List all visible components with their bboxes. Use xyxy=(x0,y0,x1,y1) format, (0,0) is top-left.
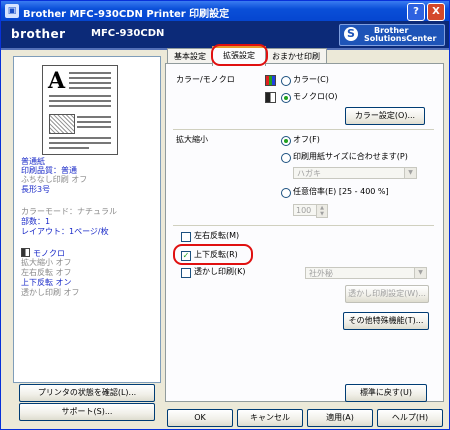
mono-option-icon xyxy=(265,92,276,103)
color-radio[interactable] xyxy=(281,76,291,86)
mono-icon xyxy=(21,248,30,257)
spin-arrows-icon[interactable]: ▲ ▼ xyxy=(316,204,328,218)
summary-size: 長形3号 xyxy=(21,185,51,194)
scaling-label: 拡大縮小 xyxy=(176,135,208,144)
reverse-highlight-ring xyxy=(173,244,253,265)
summary-color-mode: カラーモード：ナチュラル xyxy=(21,207,117,216)
fit-to-paper-radio[interactable] xyxy=(281,153,291,163)
separator xyxy=(173,225,434,226)
summary-borderless: ふちなし印刷 オフ xyxy=(21,175,88,184)
print-settings-window: ▣ Brother MFC-930CDN Printer 印刷設定 ? X br… xyxy=(0,0,450,430)
check-printer-status-button[interactable]: プリンタの状態を確認(L)... xyxy=(19,384,155,402)
solutions-center-button[interactable]: S Brother SolutionsCenter xyxy=(339,24,445,46)
summary-mirror: 左右反転 オフ xyxy=(21,268,72,277)
help-button[interactable]: ヘルプ(H) xyxy=(377,409,443,427)
color-icon xyxy=(265,75,276,86)
chevron-down-icon: ▼ xyxy=(414,268,426,278)
tab-highlight-ring xyxy=(211,44,268,66)
solutions-center-label-2: SolutionsCenter xyxy=(364,34,437,43)
title-bar[interactable]: ▣ Brother MFC-930CDN Printer 印刷設定 ? X xyxy=(1,1,449,21)
fit-to-paper-label[interactable]: 印刷用紙サイズに合わせます(P) xyxy=(293,152,408,162)
restore-defaults-button[interactable]: 標準に戻す(U) xyxy=(345,384,427,402)
fit-paper-size-select[interactable]: ハガキ ▼ xyxy=(293,167,417,179)
watermark-select[interactable]: 社外秘 ▼ xyxy=(305,267,427,279)
color-settings-button[interactable]: カラー設定(O)... xyxy=(345,107,425,125)
summary-layout: レイアウト：1ページ/枚 xyxy=(21,227,109,236)
brother-logo: brother xyxy=(11,27,66,41)
mirror-label[interactable]: 左右反転(M) xyxy=(194,231,239,241)
window-title: Brother MFC-930CDN Printer 印刷設定 xyxy=(23,9,230,20)
summary-scaling: 拡大縮小 オフ xyxy=(21,258,72,267)
watermark-settings-button[interactable]: 透かし印刷設定(W)... xyxy=(345,285,429,303)
preview-letter: A xyxy=(48,68,66,94)
custom-scale-stepper[interactable]: 100 ▲ ▼ xyxy=(293,204,328,218)
scaling-off-radio[interactable] xyxy=(281,136,291,146)
support-button[interactable]: サポート(S)... xyxy=(19,403,155,421)
help-title-button[interactable]: ? xyxy=(407,3,425,21)
summary-copies: 部数：1 xyxy=(21,217,51,226)
solutions-center-icon: S xyxy=(344,27,358,41)
preview-picture xyxy=(49,114,75,134)
summary-reverse: 上下反転 オン xyxy=(21,278,72,287)
summary-paper: 普通紙 xyxy=(21,157,45,166)
close-button[interactable]: X xyxy=(427,3,445,21)
print-preview-image: A xyxy=(42,65,118,155)
mono-radio[interactable] xyxy=(281,93,291,103)
summary-watermark: 透かし印刷 オフ xyxy=(21,288,80,297)
summary-mono: モノクロ xyxy=(21,248,65,258)
other-features-button[interactable]: その他特殊機能(T)... xyxy=(343,312,429,330)
apply-button[interactable]: 適用(A) xyxy=(307,409,373,427)
watermark-label[interactable]: 透かし印刷(K) xyxy=(194,267,246,277)
cancel-button[interactable]: キャンセル xyxy=(237,409,303,427)
model-name: MFC-930CDN xyxy=(91,28,165,39)
printer-app-icon: ▣ xyxy=(5,4,19,18)
mono-radio-label[interactable]: モノクロ(O) xyxy=(293,92,338,102)
summary-quality: 印刷品質：普通 xyxy=(21,166,77,175)
custom-scale-label[interactable]: 任意倍率(E) [25 - 400 %] xyxy=(293,187,389,197)
tab-auto-print[interactable]: おまかせ印刷 xyxy=(265,48,327,64)
settings-summary-panel: A 普通紙 印刷品質：普通 ふちなし印刷 オフ 長形3号 カラーモード：ナチュラ… xyxy=(13,56,161,383)
ok-button[interactable]: OK xyxy=(167,409,233,427)
watermark-checkbox[interactable] xyxy=(181,268,191,278)
color-radio-label[interactable]: カラー(C) xyxy=(293,75,329,85)
chevron-down-icon: ▼ xyxy=(404,168,416,178)
separator xyxy=(173,129,434,130)
color-mono-label: カラー/モノクロ xyxy=(176,75,235,84)
tab-basic[interactable]: 基本設定 xyxy=(167,48,213,64)
scaling-off-label[interactable]: オフ(F) xyxy=(293,135,320,145)
custom-scale-radio[interactable] xyxy=(281,188,291,198)
mirror-checkbox[interactable] xyxy=(181,232,191,242)
